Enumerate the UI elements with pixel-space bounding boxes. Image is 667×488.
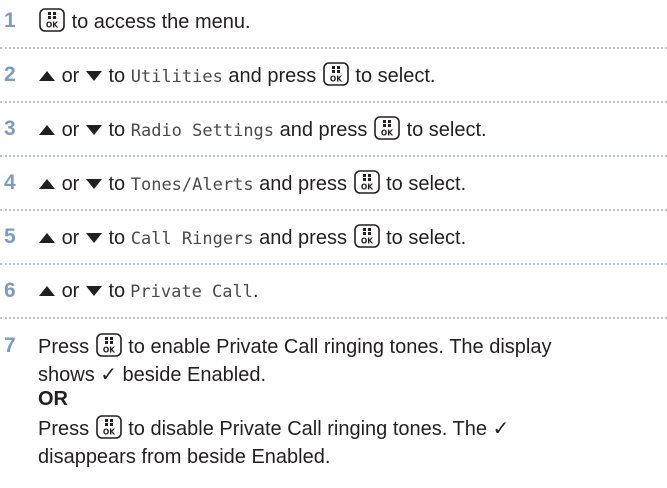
- down-arrow-icon: [86, 179, 102, 189]
- menu-ok-key-icon: [354, 170, 380, 194]
- menu-ok-key-icon: [39, 8, 65, 32]
- step-text: or to Radio Settings and press to select…: [38, 116, 487, 144]
- step-instruction: to access the menu.: [71, 11, 251, 33]
- to-text: to: [108, 280, 126, 302]
- up-arrow-icon: [39, 286, 55, 296]
- menu-target: Tones/Alerts: [130, 175, 254, 195]
- step-7-line-2: shows ✓ beside Enabled.: [38, 364, 267, 386]
- divider: [0, 263, 667, 265]
- to-text: to: [108, 173, 126, 195]
- down-arrow-icon: [86, 71, 102, 81]
- step-number: 6: [4, 279, 16, 302]
- to-text: to: [108, 119, 126, 141]
- step-text: or to Call Ringers and press to select.: [38, 224, 466, 252]
- tail-text: to select.: [386, 227, 467, 249]
- menu-target: Radio Settings: [130, 121, 275, 141]
- up-arrow-icon: [39, 71, 55, 81]
- menu-ok-key-icon: [374, 116, 400, 140]
- step-number: 4: [4, 171, 16, 194]
- menu-ok-key-icon: [354, 224, 380, 248]
- step-text: or to Utilities and press to select.: [38, 62, 435, 90]
- divider: [0, 209, 667, 211]
- divider: [0, 47, 667, 49]
- divider: [0, 155, 667, 157]
- step-text: or to Private Call.: [38, 278, 259, 305]
- press-text: Press: [38, 336, 90, 358]
- step-text: or to Tones/Alerts and press to select.: [38, 170, 466, 198]
- divider: [0, 317, 667, 319]
- to-text: to: [108, 227, 126, 249]
- instruction-text: to disable Private Call ringing tones. T…: [128, 418, 510, 440]
- step-number: 3: [4, 117, 16, 140]
- or-text: or: [61, 227, 80, 249]
- up-arrow-icon: [39, 179, 55, 189]
- or-text: or: [61, 280, 80, 302]
- or-text: or: [61, 173, 80, 195]
- press-text: and press: [279, 119, 368, 141]
- step-7-line-4: Press to disable Private Call ringing to…: [38, 415, 509, 443]
- press-text: and press: [259, 173, 347, 195]
- press-text: Press: [38, 418, 90, 440]
- menu-ok-key-icon: [96, 333, 122, 357]
- step-number: 7: [4, 334, 16, 357]
- or-label: OR: [38, 388, 68, 410]
- period-text: .: [253, 280, 259, 302]
- step-7-line-1: Press to enable Private Call ringing ton…: [38, 333, 551, 361]
- or-text: or: [61, 65, 80, 87]
- up-arrow-icon: [39, 125, 55, 135]
- menu-target: Private Call: [130, 282, 253, 302]
- step-text: to access the menu.: [38, 8, 251, 35]
- step-number: 1: [4, 9, 16, 32]
- menu-ok-key-icon: [96, 415, 122, 439]
- menu-target: Utilities: [130, 67, 223, 87]
- down-arrow-icon: [86, 233, 102, 243]
- divider: [0, 101, 667, 103]
- tail-text: to select.: [386, 173, 467, 195]
- instruction-text: to enable Private Call ringing tones. Th…: [128, 336, 552, 358]
- step-number: 2: [4, 63, 16, 86]
- up-arrow-icon: [39, 233, 55, 243]
- or-text: or: [61, 119, 80, 141]
- press-text: and press: [259, 227, 347, 249]
- press-text: and press: [228, 65, 317, 87]
- step-7-line-5: disappears from beside Enabled.: [38, 446, 331, 468]
- tail-text: to select.: [406, 119, 487, 141]
- down-arrow-icon: [86, 125, 102, 135]
- menu-target: Call Ringers: [130, 229, 254, 249]
- step-number: 5: [4, 225, 16, 248]
- down-arrow-icon: [86, 286, 102, 296]
- to-text: to: [108, 65, 126, 87]
- menu-ok-key-icon: [323, 62, 349, 86]
- tail-text: to select.: [355, 65, 436, 87]
